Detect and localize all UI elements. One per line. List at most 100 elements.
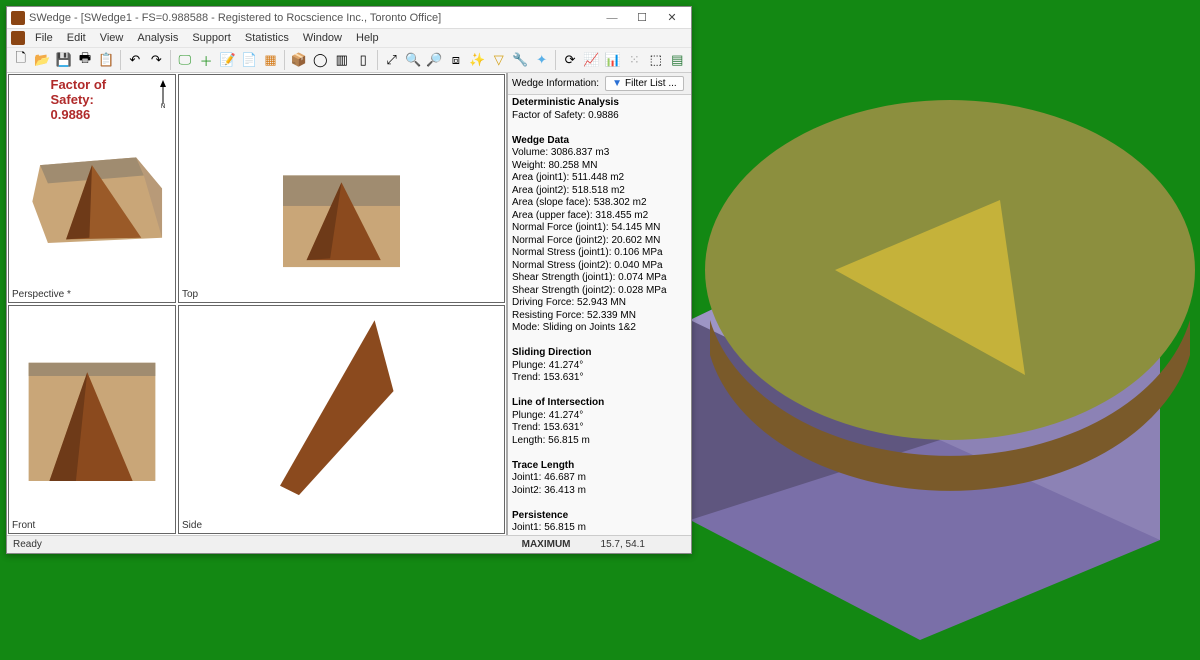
info-loi-length: Length: 56.815 m xyxy=(512,435,590,446)
top-view-svg xyxy=(179,75,504,302)
chart-area-icon[interactable]: ⬚ xyxy=(646,50,665,70)
info-ss-j2: Shear Strength (joint2): 0.028 MPa xyxy=(512,285,667,296)
status-coords: 15.7, 54.1 xyxy=(601,539,645,550)
viewport-side-label: Side xyxy=(182,520,202,531)
zoom-out-icon[interactable]: 🔎 xyxy=(425,50,444,70)
info-slide-plunge: Plunge: 41.274° xyxy=(512,360,583,371)
info-area-j2: Area (joint2): 518.518 m2 xyxy=(512,185,625,196)
info-fos: Factor of Safety: 0.9886 xyxy=(512,110,619,121)
redo-icon[interactable]: ↷ xyxy=(147,50,166,70)
info-driving: Driving Force: 52.943 MN xyxy=(512,297,626,308)
menu-support[interactable]: Support xyxy=(186,31,237,45)
info-ns-j2: Normal Stress (joint2): 0.040 MPa xyxy=(512,260,663,271)
wedge-data-title: Wedge Data xyxy=(512,135,569,146)
info-pers-j1: Joint1: 56.815 m xyxy=(512,522,586,533)
settings-icon[interactable]: ▦ xyxy=(261,50,280,70)
status-ready: Ready xyxy=(13,539,42,550)
viewport-side[interactable]: Side xyxy=(178,305,505,534)
page-icon[interactable]: ▯ xyxy=(353,50,372,70)
front-view-svg xyxy=(9,306,175,533)
info-weight: Weight: 80.258 MN xyxy=(512,160,597,171)
sparkle-icon[interactable]: ✦ xyxy=(532,50,551,70)
info-loi-trend: Trend: 153.631° xyxy=(512,422,583,433)
menu-edit[interactable]: Edit xyxy=(61,31,92,45)
toolbar: 🗋 📂 💾 🖶 📋 ↶ ↷ 🖵 ＋ 📝 📄 ▦ 📦 ◯ ▥ ▯ ⤢ 🔍 🔎 ⧈ … xyxy=(7,47,691,73)
menu-statistics[interactable]: Statistics xyxy=(239,31,295,45)
info-ns-j1: Normal Stress (joint1): 0.106 MPa xyxy=(512,247,663,258)
loi-title: Line of Intersection xyxy=(512,397,604,408)
export-excel-icon[interactable]: ▤ xyxy=(668,50,687,70)
info-mode: Mode: Sliding on Joints 1&2 xyxy=(512,322,636,333)
info-loi-plunge: Plunge: 41.274° xyxy=(512,410,583,421)
info-area-upper: Area (upper face): 318.455 m2 xyxy=(512,210,648,221)
menu-help[interactable]: Help xyxy=(350,31,385,45)
column-icon[interactable]: ▥ xyxy=(332,50,351,70)
refresh-icon[interactable]: ⟳ xyxy=(560,50,579,70)
viewport-top-label: Top xyxy=(182,289,198,300)
chart-bar-icon[interactable]: 📊 xyxy=(603,50,622,70)
app-window: SWedge - [SWedge1 - FS=0.988588 - Regist… xyxy=(6,6,692,554)
funnel-icon: ▼ xyxy=(612,78,622,89)
info-resist: Resisting Force: 52.339 MN xyxy=(512,310,636,321)
chart-scatter-icon[interactable]: ⁙ xyxy=(625,50,644,70)
titlebar: SWedge - [SWedge1 - FS=0.988588 - Regist… xyxy=(7,7,691,29)
svg-text:N: N xyxy=(161,104,165,108)
undo-icon[interactable]: ↶ xyxy=(125,50,144,70)
add-icon[interactable]: ＋ xyxy=(196,50,215,70)
fos-heading: Factor of Safety: 0.9886 xyxy=(51,77,134,122)
side-view-svg xyxy=(179,306,504,533)
box-icon[interactable]: 📦 xyxy=(289,50,308,70)
info-slide-trend: Trend: 153.631° xyxy=(512,372,583,383)
sliding-dir-title: Sliding Direction xyxy=(512,347,591,358)
viewport-perspective[interactable]: Factor of Safety: 0.9886 N Perspective * xyxy=(8,74,176,303)
info-panel-body[interactable]: Deterministic Analysis Factor of Safety:… xyxy=(508,95,691,535)
statusbar: Ready MAXIMUM 15.7, 54.1 xyxy=(7,535,691,553)
app-menu-icon xyxy=(11,31,25,45)
info-panel-label: Wedge Information: xyxy=(512,78,599,89)
close-button[interactable]: ✕ xyxy=(657,9,687,27)
save-icon[interactable]: 💾 xyxy=(54,50,73,70)
window-title: SWedge - [SWedge1 - FS=0.988588 - Regist… xyxy=(29,12,597,24)
chart-line-icon[interactable]: 📈 xyxy=(582,50,601,70)
app-icon xyxy=(11,11,25,25)
pers-title: Persistence xyxy=(512,510,568,521)
menubar: File Edit View Analysis Support Statisti… xyxy=(7,29,691,47)
edit-params-icon[interactable]: 📝 xyxy=(218,50,237,70)
magic-wand-icon[interactable]: ✨ xyxy=(468,50,487,70)
minimize-button[interactable]: — xyxy=(597,9,627,27)
compass-icon: N xyxy=(156,80,170,108)
info-area-j1: Area (joint1): 511.448 m2 xyxy=(512,172,624,183)
info-ss-j1: Shear Strength (joint1): 0.074 MPa xyxy=(512,272,667,283)
viewport-top[interactable]: Top xyxy=(178,74,505,303)
zoom-window-icon[interactable]: ⧈ xyxy=(446,50,465,70)
compute-icon[interactable]: 🖵 xyxy=(175,50,194,70)
menu-file[interactable]: File xyxy=(29,31,59,45)
menu-view[interactable]: View xyxy=(94,31,130,45)
open-icon[interactable]: 📂 xyxy=(32,50,51,70)
filter-list-button[interactable]: ▼ Filter List ... xyxy=(605,76,684,91)
print-icon[interactable]: 🖶 xyxy=(75,50,94,70)
info-volume: Volume: 3086.837 m3 xyxy=(512,147,609,158)
menu-window[interactable]: Window xyxy=(297,31,348,45)
zoom-extents-icon[interactable]: ⤢ xyxy=(382,50,401,70)
sheet-icon[interactable]: 📄 xyxy=(239,50,258,70)
new-icon[interactable]: 🗋 xyxy=(11,50,30,70)
info-nf-j2: Normal Force (joint2): 20.602 MN xyxy=(512,235,660,246)
info-panel: Wedge Information: ▼ Filter List ... Det… xyxy=(507,73,691,535)
status-max: MAXIMUM xyxy=(522,539,571,550)
workspace: Top Factor of Safety: 0.9886 N Perspect xyxy=(7,73,691,535)
viewports-grid: Top Factor of Safety: 0.9886 N Perspect xyxy=(7,73,507,535)
viewport-front-label: Front xyxy=(12,520,35,531)
info-nf-j1: Normal Force (joint1): 54.145 MN xyxy=(512,222,660,233)
circle-icon[interactable]: ◯ xyxy=(311,50,330,70)
menu-analysis[interactable]: Analysis xyxy=(131,31,184,45)
det-analysis-title: Deterministic Analysis xyxy=(512,97,619,108)
filter-icon[interactable]: ▽ xyxy=(489,50,508,70)
viewport-front[interactable]: Front xyxy=(8,305,176,534)
maximize-button[interactable]: ☐ xyxy=(627,9,657,27)
filter-list-label: Filter List ... xyxy=(625,78,677,89)
wrench-icon[interactable]: 🔧 xyxy=(511,50,530,70)
copy-icon[interactable]: 📋 xyxy=(97,50,116,70)
zoom-in-icon[interactable]: 🔍 xyxy=(403,50,422,70)
info-trace-j2: Joint2: 36.413 m xyxy=(512,485,586,496)
